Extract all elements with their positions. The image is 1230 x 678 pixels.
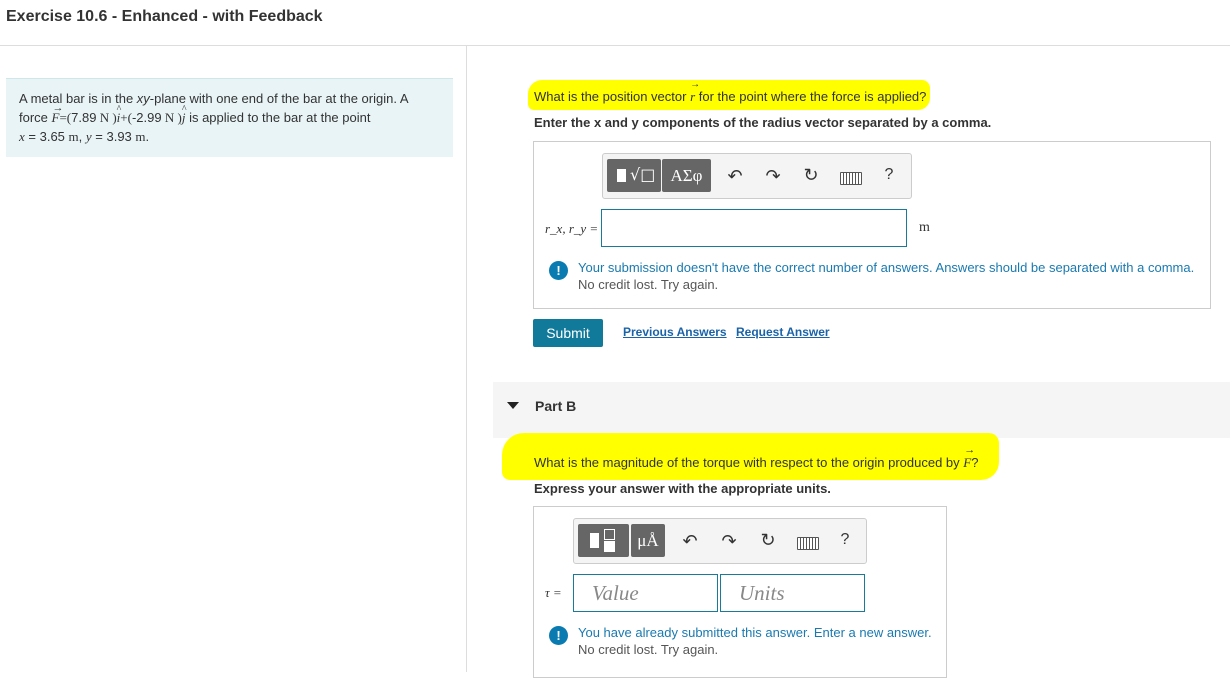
force-vector-symbol: → F <box>963 444 976 470</box>
symbols-button[interactable]: ΑΣφ <box>662 159 711 192</box>
submit-button[interactable]: Submit <box>533 319 603 347</box>
previous-answers-link[interactable]: Previous Answers <box>623 325 727 339</box>
part-b-title: Part B <box>535 398 577 414</box>
j-hat: ^ j <box>181 104 187 125</box>
part-b-feedback: You have already submitted this answer. … <box>578 624 932 658</box>
part-b-feedback-main: You have already submitted this answer. … <box>578 625 932 640</box>
undo-icon[interactable]: ↶ <box>678 531 702 552</box>
units-placeholder: Units <box>739 581 785 605</box>
templates-icon-part <box>604 541 615 552</box>
sqrt-icon: √□ <box>630 165 656 184</box>
part-a-question: What is the position vector → r for the p… <box>534 79 927 104</box>
part-a-instruction: Enter the x and y components of the radi… <box>534 115 992 130</box>
problem-line-3: x = 3.65 m, y = 3.93 m. <box>19 129 150 144</box>
redo-icon[interactable]: ↷ <box>717 531 741 552</box>
part-a-feedback-main: Your submission doesn't have the correct… <box>578 260 1195 275</box>
reset-icon[interactable]: ↻ <box>756 530 780 551</box>
templates-icon-part <box>604 529 615 540</box>
keyboard-icon[interactable] <box>797 537 819 550</box>
part-b-question: What is the magnitude of the torque with… <box>534 444 979 470</box>
page-title: Exercise 10.6 - Enhanced - with Feedback <box>6 8 323 25</box>
problem-statement: A metal bar is in the xy-plane with one … <box>6 78 453 157</box>
keyboard-icon[interactable] <box>840 172 862 185</box>
part-a-toolbar: √□ ΑΣφ ↶ ↷ ↻ ? <box>602 153 912 199</box>
part-b-toolbar: μÅ ↶ ↷ ↻ ? <box>573 518 867 564</box>
header: Exercise 10.6 - Enhanced - with Feedback <box>0 0 1230 46</box>
part-b-instruction: Express your answer with the appropriate… <box>534 481 831 496</box>
reset-icon[interactable]: ↻ <box>799 165 823 186</box>
templates-icon <box>590 533 599 548</box>
r-vector-symbol: → r <box>690 79 701 104</box>
help-button[interactable]: ? <box>877 166 901 184</box>
fraction-sqrt-templates-icon <box>617 169 626 182</box>
collapse-triangle-icon[interactable] <box>507 402 519 409</box>
force-vector-symbol: → F <box>51 102 64 125</box>
redo-icon[interactable]: ↷ <box>761 166 785 187</box>
problem-line-2: force → F=(7.89 N ) ^ i+(-2.99 N ) ^ j is app… <box>19 102 371 125</box>
alert-icon: ! <box>549 626 568 645</box>
units-input[interactable]: Units <box>720 574 865 612</box>
part-a-unit: m <box>919 220 930 235</box>
part-a-input-label: r_x, r_y = <box>545 221 599 236</box>
i-hat: ^ i <box>116 104 122 125</box>
part-b-header[interactable]: Part B <box>493 382 1230 438</box>
help-button[interactable]: ? <box>833 531 857 549</box>
problem-line-1: A metal bar is in the xy-plane with one … <box>19 91 409 106</box>
templates-button[interactable]: √□ <box>607 159 661 192</box>
units-button[interactable]: μÅ <box>631 524 665 557</box>
part-a-feedback-sub: No credit lost. Try again. <box>578 277 719 292</box>
alert-icon: ! <box>549 261 568 280</box>
value-placeholder: Value <box>592 581 639 605</box>
part-a-feedback: Your submission doesn't have the correct… <box>578 259 1194 293</box>
value-input[interactable]: Value <box>573 574 718 612</box>
part-b-feedback-sub: No credit lost. Try again. <box>578 642 719 657</box>
templates-button[interactable] <box>578 524 629 557</box>
undo-icon[interactable]: ↶ <box>723 166 747 187</box>
part-b-input-label: τ = <box>545 585 562 600</box>
part-a-answer-input[interactable] <box>601 209 907 247</box>
request-answer-link[interactable]: Request Answer <box>736 325 830 339</box>
